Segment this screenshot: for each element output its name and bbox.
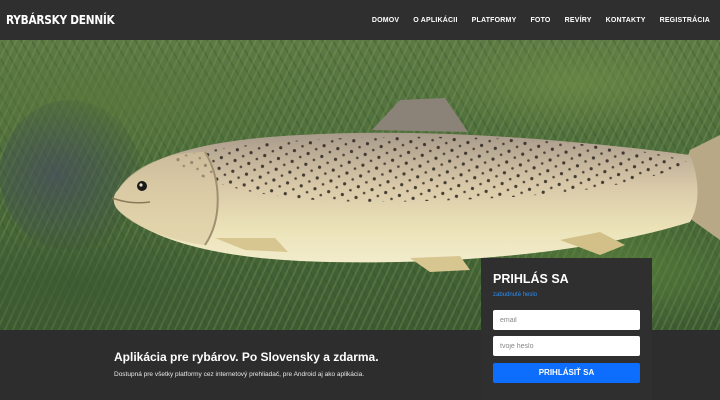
password-input[interactable] [493, 336, 640, 356]
nav-item-kontakty[interactable]: KONTAKTY [606, 17, 646, 24]
nav-item-reviry[interactable]: REVÍRY [565, 17, 592, 24]
nav-item-domov[interactable]: DOMOV [372, 17, 399, 24]
nav-item-o-aplikacii[interactable]: O APLIKÁCII [413, 17, 457, 24]
forgot-password-link[interactable]: zabudnuté heslo [493, 292, 640, 298]
headline: Aplikácia pre rybárov. Po Slovensky a zd… [114, 350, 379, 364]
top-navbar: RYBÁRSKY DENNÍK DOMOV O APLIKÁCII PLATFO… [0, 0, 720, 40]
description: Dostupná pre všetky platformy cez intern… [114, 371, 365, 378]
nav-item-registracia[interactable]: REGISTRÁCIA [660, 17, 710, 24]
main-nav: DOMOV O APLIKÁCII PLATFORMY FOTO REVÍRY … [372, 17, 710, 24]
nav-item-foto[interactable]: FOTO [530, 17, 550, 24]
login-button[interactable]: PRIHLÁSIŤ SA [493, 362, 640, 383]
nav-item-platformy[interactable]: PLATFORMY [472, 17, 517, 24]
email-input[interactable] [493, 310, 640, 330]
login-title: PRIHLÁS SA [493, 272, 569, 286]
login-panel: PRIHLÁS SA zabudnuté heslo PRIHLÁSIŤ SA [481, 258, 652, 400]
site-logo[interactable]: RYBÁRSKY DENNÍK [6, 13, 115, 27]
